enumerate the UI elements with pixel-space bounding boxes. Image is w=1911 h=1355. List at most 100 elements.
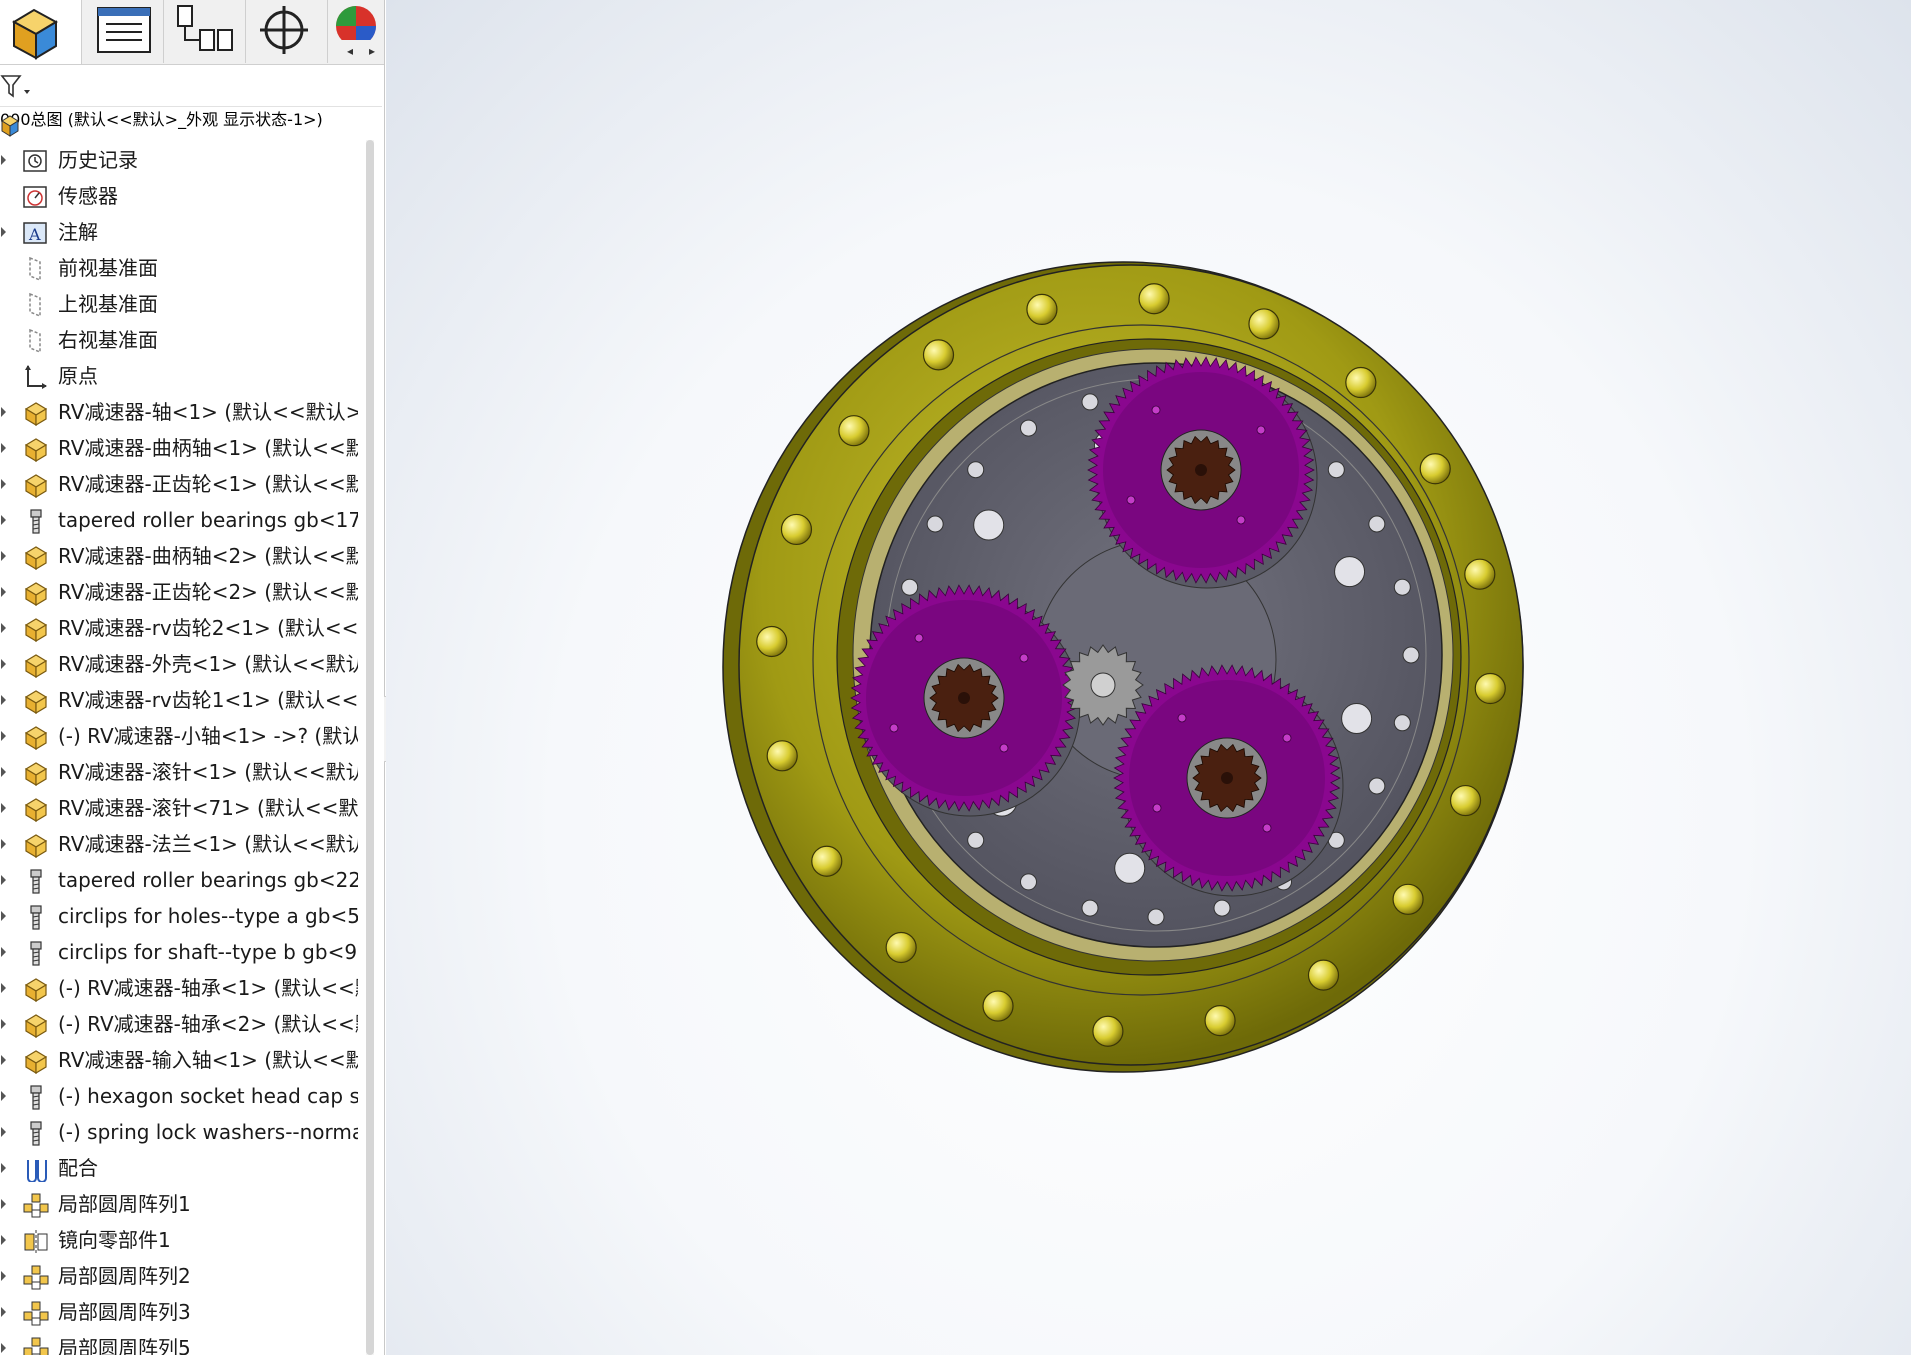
expand-arrow-icon[interactable] [1,731,6,741]
tree-item[interactable]: 局部圆周阵列2 [0,1258,366,1294]
tree-item-label: RV减速器-输入轴<1> (默认<<默认>_外观 [58,1048,358,1072]
plane-icon [29,292,41,318]
tree-item-label: circlips for shaft--type b gb<9> [58,940,358,964]
tab-dimxpert-manager[interactable] [246,0,328,63]
carrier-hole [926,515,944,533]
tree-item[interactable]: A 注解 [0,214,366,250]
tree-item[interactable]: RV减速器-正齿轮<2> (默认<<默认>_外观 [0,574,366,610]
expand-arrow-icon[interactable] [1,839,6,849]
tree-item[interactable]: (-) RV减速器-轴承<1> (默认<<默认> [0,970,366,1006]
carrier-large-hole [973,509,1005,541]
tab-feature-manager[interactable] [0,0,82,64]
tree-item[interactable]: RV减速器-rv齿轮2<1> (默认<<默认> [0,610,366,646]
tree-root-label: 000总图 (默认<<默认>_外观 显示状态-1>) [0,110,323,129]
tab-configuration-manager[interactable] [164,0,246,63]
expand-arrow-icon[interactable] [1,479,6,489]
tree-item[interactable]: tapered roller bearings gb<22> [0,862,366,898]
expand-arrow-icon[interactable] [1,1127,6,1137]
expand-arrow-icon[interactable] [1,767,6,777]
expand-arrow-icon[interactable] [1,983,6,993]
tree-item[interactable]: 配合 [0,1150,366,1186]
expand-arrow-icon[interactable] [1,659,6,669]
tree-item[interactable]: (-) RV减速器-小轴<1> ->? (默认<<默认> [0,718,366,754]
flange-bolt [1092,1015,1124,1047]
tree-item[interactable]: 上视基准面 [0,286,366,322]
expand-arrow-icon[interactable] [1,227,6,237]
manager-tabs: ◂ ▸ [0,0,384,65]
flange-bolt [1449,784,1482,817]
tree-item[interactable]: RV减速器-曲柄轴<2> (默认<<默认>_外观 [0,538,366,574]
flange-bolt [1307,959,1340,991]
flange-bolt [1345,366,1377,399]
tree-item[interactable]: RV减速器-rv齿轮1<1> (默认<<默认> [0,682,366,718]
tree-item[interactable]: 传感器 [0,178,366,214]
tree-item[interactable]: (-) hexagon socket head cap screws [0,1078,366,1114]
carrier-hole [1368,777,1386,795]
expand-arrow-icon[interactable] [1,1019,6,1029]
part-icon [24,1050,48,1074]
tree-item[interactable]: RV减速器-正齿轮<1> (默认<<默认>_外观 [0,466,366,502]
tree-scrollbar-thumb[interactable] [366,140,374,1355]
filter-bar [0,66,382,107]
tree-item[interactable]: 右视基准面 [0,322,366,358]
tab-property-manager[interactable] [82,0,164,63]
part-icon [24,798,48,822]
tree-item[interactable]: 历史记录 [0,142,366,178]
tree-item[interactable]: circlips for holes--type a gb<5> [0,898,366,934]
expand-arrow-icon[interactable] [1,1307,6,1317]
expand-arrow-icon[interactable] [1,623,6,633]
tree-item[interactable]: (-) RV减速器-轴承<2> (默认<<默认> [0,1006,366,1042]
tree-item[interactable]: 局部圆周阵列5 [0,1330,366,1355]
expand-arrow-icon[interactable] [1,1235,6,1245]
expand-arrow-icon[interactable] [1,551,6,561]
tree-item[interactable]: RV减速器-滚针<1> (默认<<默认>_外观 [0,754,366,790]
tree-item[interactable]: RV减速器-滚针<71> (默认<<默认>_外观 [0,790,366,826]
part-icon [24,582,48,606]
scroll-left-icon[interactable]: ◂ [340,40,360,62]
expand-arrow-icon[interactable] [1,155,6,165]
tree-item[interactable]: 前视基准面 [0,250,366,286]
expand-arrow-icon[interactable] [1,443,6,453]
carrier-hole [1327,461,1345,479]
expand-arrow-icon[interactable] [1,1055,6,1065]
tree-item-label: RV减速器-滚针<1> (默认<<默认>_外观 [58,760,358,784]
tree-item-label: 历史记录 [58,148,138,172]
tree-item[interactable]: RV减速器-外壳<1> (默认<<默认>_外观 [0,646,366,682]
expand-arrow-icon[interactable] [1,695,6,705]
flange-bolt [885,931,917,964]
expand-arrow-icon[interactable] [1,1091,6,1101]
tree-item[interactable]: tapered roller bearings gb<17> [0,502,366,538]
expand-arrow-icon[interactable] [1,407,6,417]
tree-item[interactable]: RV减速器-输入轴<1> (默认<<默认>_外观 [0,1042,366,1078]
scroll-right-icon[interactable]: ▸ [362,40,382,62]
flange-bolt [1474,672,1506,705]
expand-arrow-icon[interactable] [1,1199,6,1209]
expand-arrow-icon[interactable] [1,587,6,597]
expand-arrow-icon[interactable] [1,803,6,813]
tree-item[interactable]: RV减速器-曲柄轴<1> (默认<<默认>_外观 [0,430,366,466]
filter-icon[interactable] [0,72,34,100]
carrier-hole [1393,714,1411,732]
tree-item[interactable]: 局部圆周阵列3 [0,1294,366,1330]
expand-arrow-icon[interactable] [1,875,6,885]
tree-item[interactable]: 局部圆周阵列1 [0,1186,366,1222]
expand-arrow-icon[interactable] [1,1343,6,1353]
tree-item-label: RV减速器-轴<1> (默认<<默认>_外观 显示状态 [58,400,358,424]
tree-root-assembly[interactable]: 000总图 (默认<<默认>_外观 显示状态-1>) [0,106,366,142]
expand-arrow-icon[interactable] [1,1163,6,1173]
expand-arrow-icon[interactable] [1,515,6,525]
carrier-hole [1020,873,1037,891]
expand-arrow-icon[interactable] [1,947,6,957]
graphics-viewport[interactable] [386,0,1911,1355]
tree-item[interactable]: RV减速器-法兰<1> (默认<<默认>_外观 [0,826,366,862]
expand-arrow-icon[interactable] [1,911,6,921]
tree-item[interactable]: 镜向零部件1 [0,1222,366,1258]
expand-arrow-icon[interactable] [1,1271,6,1281]
tree-item[interactable]: (-) spring lock washers--normal [0,1114,366,1150]
tree-item[interactable]: RV减速器-轴<1> (默认<<默认>_外观 显示状态 [0,394,366,430]
tree-scrollbar[interactable] [366,140,374,1355]
tree-item[interactable]: 原点 [0,358,366,394]
rv-reducer-model[interactable] [706,250,1526,1080]
tree-item[interactable]: circlips for shaft--type b gb<9> [0,934,366,970]
crank-center [1221,772,1233,784]
